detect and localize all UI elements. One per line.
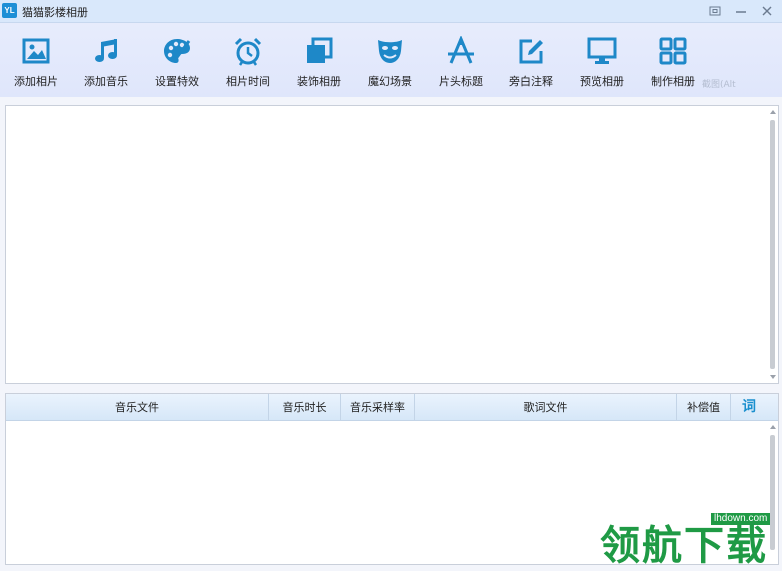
- minimize-button[interactable]: [731, 2, 751, 19]
- scroll-up-arrow-icon[interactable]: [770, 110, 776, 114]
- layered-frames-icon: [304, 36, 334, 66]
- column-music-duration[interactable]: 音乐时长: [269, 394, 341, 420]
- add-photo-label: 添加相片: [14, 75, 58, 88]
- app-logo-icon: YL: [2, 3, 17, 18]
- lyrics-button[interactable]: 词: [731, 394, 767, 420]
- add-music-label: 添加音乐: [84, 75, 128, 88]
- palette-icon: [162, 36, 192, 66]
- opening-title-label: 片头标题: [439, 75, 483, 88]
- scroll-down-arrow-icon[interactable]: [770, 375, 776, 379]
- theater-masks-icon: [375, 36, 405, 66]
- title-bar: YL 猫猫影楼相册: [0, 0, 782, 23]
- music-note-icon: [91, 36, 121, 66]
- column-music-file[interactable]: 音乐文件: [6, 394, 269, 420]
- add-photo-icon: [21, 36, 51, 66]
- title-letter-icon: [446, 36, 476, 66]
- column-lyrics-file[interactable]: 歌词文件: [415, 394, 677, 420]
- set-effects-button[interactable]: 设置特效: [144, 33, 210, 89]
- add-music-button[interactable]: 添加音乐: [73, 33, 139, 89]
- magic-scene-button[interactable]: 魔幻场景: [357, 33, 423, 89]
- decorate-album-button[interactable]: 装饰相册: [286, 33, 352, 89]
- photo-time-button[interactable]: 相片时间: [215, 33, 281, 89]
- narration-notes-button[interactable]: 旁白注释: [498, 33, 564, 89]
- add-photo-button[interactable]: 添加相片: [3, 33, 69, 89]
- set-effects-label: 设置特效: [155, 75, 199, 88]
- make-album-label: 制作相册: [651, 75, 695, 88]
- main-toolbar: 添加相片 添加音乐 设置特效 相片时间 装饰相册 魔幻场景 片头标题 旁白注释 …: [0, 23, 782, 97]
- make-album-button[interactable]: 制作相册: [640, 33, 706, 89]
- alarm-clock-icon: [233, 36, 263, 66]
- photo-time-label: 相片时间: [226, 75, 270, 88]
- close-button[interactable]: [757, 2, 777, 19]
- restore-window-button[interactable]: [705, 2, 725, 19]
- scroll-up-arrow-icon[interactable]: [770, 425, 776, 429]
- grid-icon: [658, 36, 688, 66]
- watermark-url: lhdown.com: [711, 513, 771, 525]
- preview-album-button[interactable]: 预览相册: [569, 33, 635, 89]
- download-site-watermark: 领航下载 lhdown.com: [598, 509, 780, 569]
- narration-notes-label: 旁白注释: [509, 75, 553, 88]
- opening-title-button[interactable]: 片头标题: [428, 33, 494, 89]
- music-table-header: 音乐文件 音乐时长 音乐采样率 歌词文件 补偿值 词: [6, 394, 778, 421]
- magic-scene-label: 魔幻场景: [368, 75, 412, 88]
- screenshot-hint-text: 截图(Alt: [702, 80, 736, 90]
- column-sample-rate[interactable]: 音乐采样率: [341, 394, 415, 420]
- photo-list-scrollbar[interactable]: [768, 106, 778, 383]
- decorate-album-label: 装饰相册: [297, 75, 341, 88]
- scrollbar-thumb[interactable]: [770, 120, 775, 369]
- column-offset[interactable]: 补偿值: [677, 394, 731, 420]
- monitor-icon: [587, 36, 617, 66]
- photo-list-area[interactable]: [5, 105, 779, 384]
- edit-pencil-icon: [516, 36, 546, 66]
- window-title: 猫猫影楼相册: [22, 6, 88, 19]
- preview-album-label: 预览相册: [580, 75, 624, 88]
